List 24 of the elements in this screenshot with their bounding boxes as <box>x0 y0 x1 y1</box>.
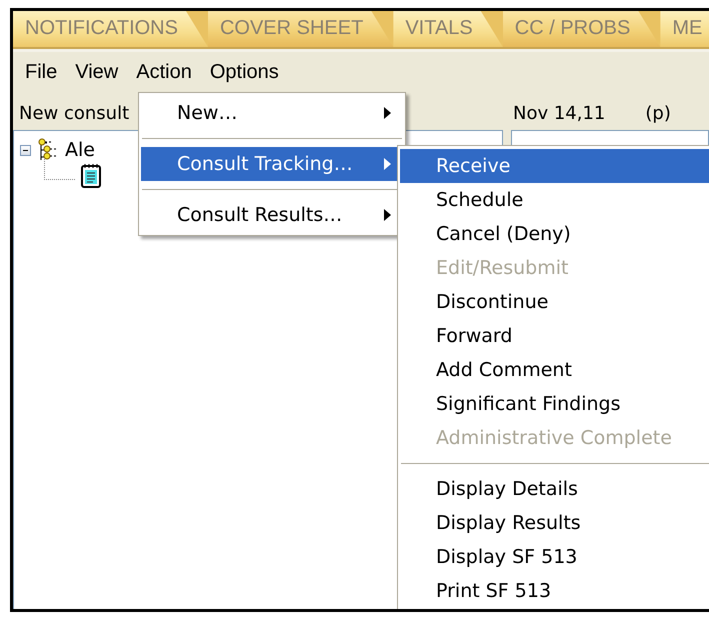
menu-bar-item[interactable]: File <box>17 58 66 86</box>
menu-item[interactable]: Forward <box>400 319 709 353</box>
notepad-icon[interactable] <box>80 163 102 189</box>
menu-bar-item[interactable]: Options <box>202 58 287 86</box>
tree-item[interactable]: Ale <box>65 139 95 161</box>
menu-item[interactable]: Receive <box>400 149 709 183</box>
menu-item[interactable]: Significant Findings <box>400 387 709 421</box>
menu-bar-item[interactable]: View <box>67 58 126 86</box>
menu-item[interactable]: Display SF 513 <box>400 540 709 574</box>
date-label: Nov 14,11 <box>513 102 606 124</box>
pane-header: New consult <box>19 102 130 124</box>
menu-item[interactable]: Discontinue <box>400 285 709 319</box>
menu-item[interactable]: Schedule <box>400 183 709 217</box>
tree-line <box>44 159 75 180</box>
menu-item[interactable]: Cancel (Deny) <box>400 217 709 251</box>
menu-item[interactable]: New… <box>141 96 403 130</box>
status-label: (p) <box>645 102 671 124</box>
menu-item[interactable]: Print SF 513 <box>400 574 709 608</box>
collapse-icon[interactable] <box>20 144 31 156</box>
menu-bar-item[interactable]: Action <box>128 58 200 86</box>
menu-item[interactable]: Add Comment <box>400 353 709 387</box>
menu-item[interactable]: Display Details <box>400 472 709 506</box>
menu-item[interactable]: Display Results <box>400 506 709 540</box>
tree-icon <box>37 138 59 162</box>
